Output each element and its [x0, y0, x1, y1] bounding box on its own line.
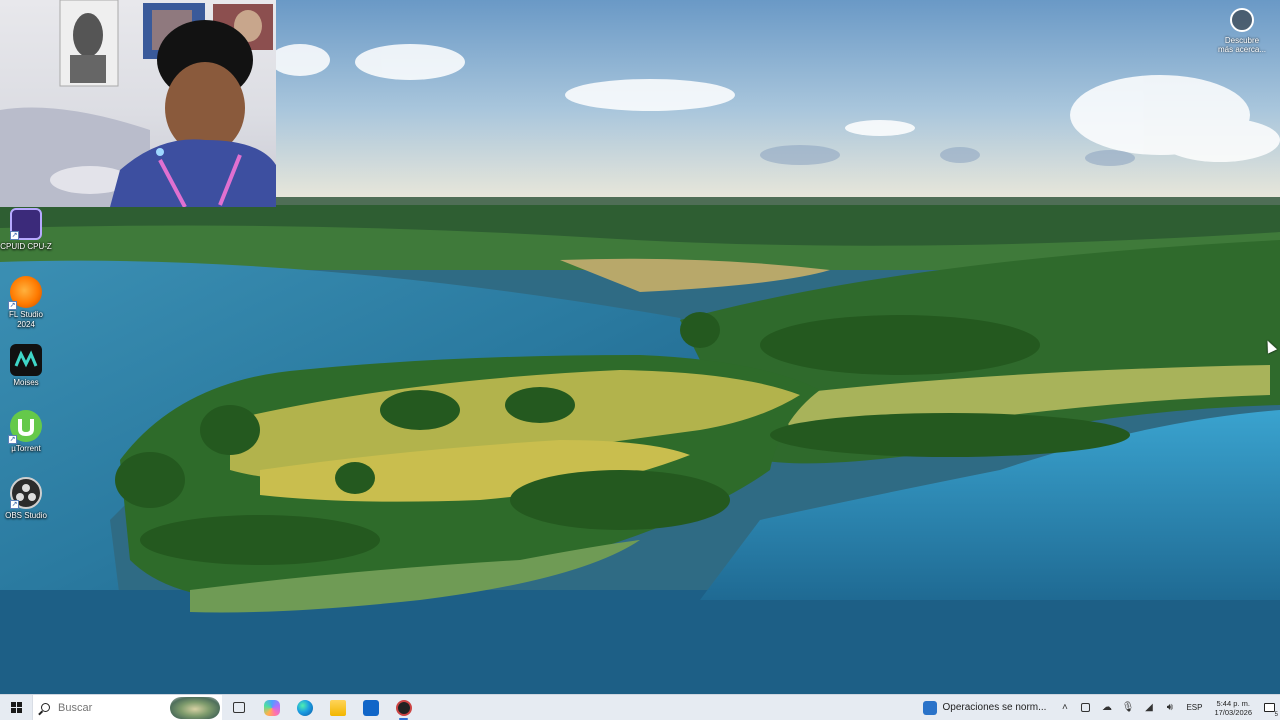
file-explorer-icon	[329, 699, 346, 716]
desktop-icon-label: CPUID CPU-Z	[0, 242, 52, 251]
taskbar-app-file-explorer[interactable]	[321, 695, 354, 720]
desktop-icon-label: µTorrent	[11, 444, 41, 453]
search-input[interactable]	[58, 701, 168, 714]
webcam-person-image	[0, 0, 276, 207]
taskbar-app-copilot[interactable]	[255, 695, 288, 720]
discover-wallpaper-widget[interactable]: Descubre más acerca...	[1218, 8, 1266, 54]
desktop-icon-label: OBS Studio	[5, 511, 47, 520]
search-icon	[41, 703, 50, 712]
taskbar-app-edge[interactable]	[288, 695, 321, 720]
desktop-icon-label: FL Studio 2024	[9, 310, 43, 329]
utorrent-icon: ↗	[8, 410, 42, 444]
system-tray: ˄ ☁ 🎙︎ ◢ 🔊︎ ESP 5:44 p. m. 17/03/2026 5	[1054, 695, 1280, 720]
discover-label: Descubre más acerca...	[1218, 36, 1267, 54]
moises-icon	[10, 344, 42, 376]
onedrive-icon[interactable]: ☁	[1096, 695, 1117, 720]
windows-logo-icon	[10, 702, 22, 713]
taskbar-app-outlook[interactable]	[354, 695, 387, 720]
news-widget[interactable]: Operaciones se norm...	[915, 695, 1055, 720]
shortcut-arrow-icon: ↗	[8, 435, 17, 444]
language-indicator[interactable]: ESP	[1180, 703, 1208, 712]
taskbar-app-task-view[interactable]	[222, 695, 255, 720]
usb-device-icon[interactable]	[1075, 695, 1096, 720]
news-widget-text: Operaciones se norm...	[942, 702, 1047, 713]
obs-icon	[395, 699, 412, 716]
fl-studio-icon: ↗	[8, 276, 42, 310]
task-view-icon	[232, 702, 245, 713]
clock[interactable]: 5:44 p. m. 17/03/2026	[1208, 699, 1258, 717]
shortcut-arrow-icon: ↗	[10, 231, 19, 240]
notification-count: 5	[1274, 711, 1278, 718]
search-highlight-image[interactable]	[170, 696, 220, 719]
desktop-icon-obs-studio[interactable]: ↗ OBS Studio	[0, 477, 52, 521]
notification-center-button[interactable]: 5	[1258, 695, 1280, 720]
volume-icon[interactable]: 🔊︎	[1159, 695, 1180, 720]
edge-icon	[296, 699, 313, 716]
desktop-icon-utorrent[interactable]: ↗ µTorrent	[0, 410, 52, 454]
shortcut-arrow-icon: ↗	[8, 301, 17, 310]
webcam-overlay	[0, 0, 276, 207]
outlook-icon	[362, 699, 379, 716]
desktop-icon-cpuz[interactable]: ↗ CPUID CPU-Z	[0, 208, 52, 252]
shortcut-arrow-icon: ↗	[10, 500, 19, 509]
start-button[interactable]	[0, 695, 32, 720]
desktop-icon-label: Moises	[13, 378, 39, 387]
cpuz-icon: ↗	[10, 208, 42, 240]
copilot-icon	[263, 699, 280, 716]
obs-studio-icon: ↗	[10, 477, 42, 509]
clock-date: 17/03/2026	[1214, 707, 1252, 717]
taskbar-app-obs[interactable]	[387, 695, 420, 720]
desktop-icon-fl-studio[interactable]: ↗ FL Studio 2024	[0, 276, 52, 330]
network-icon[interactable]: ◢	[1138, 695, 1159, 720]
camera-lens-icon	[1230, 8, 1254, 32]
taskbar: Operaciones se norm... ˄ ☁ 🎙︎ ◢ 🔊︎ ESP 5…	[0, 694, 1280, 720]
notification-icon	[1263, 703, 1275, 712]
microphone-icon[interactable]: 🎙︎	[1117, 695, 1138, 720]
news-widget-icon	[922, 700, 937, 715]
taskbar-search[interactable]	[32, 694, 222, 720]
show-hidden-icons-chevron-icon[interactable]: ˄	[1054, 695, 1075, 720]
clock-time: 5:44 p. m.	[1216, 698, 1250, 708]
desktop-icon-moises[interactable]: Moises	[0, 344, 52, 388]
